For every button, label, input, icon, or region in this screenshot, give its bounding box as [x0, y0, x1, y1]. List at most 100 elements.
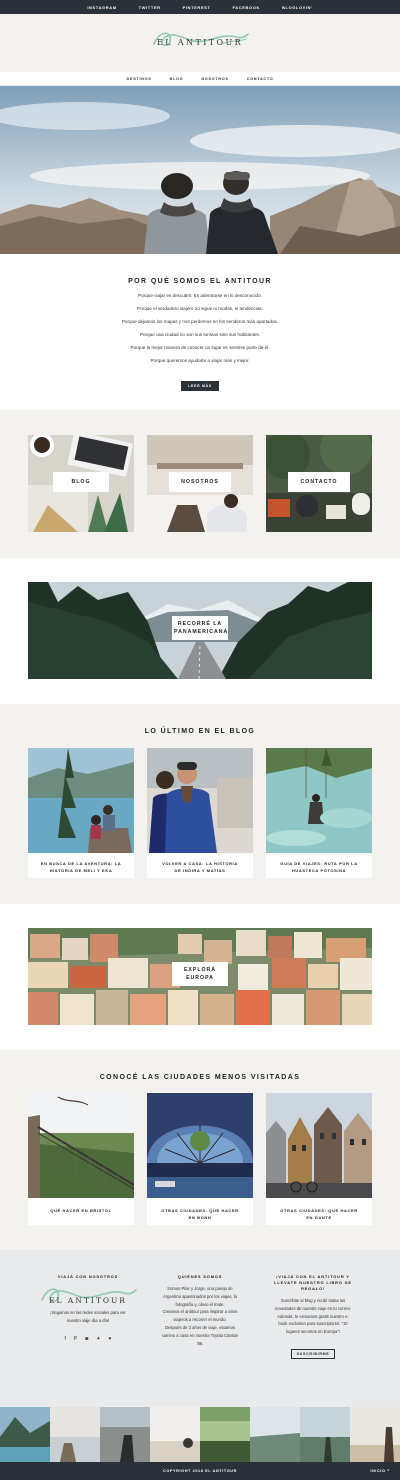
pinterest-icon[interactable]: P	[74, 1336, 77, 1342]
topbar-link-bloglovin[interactable]: BLOGLOVIN'	[282, 5, 313, 10]
panamericana-section: RECORRÉ LA PANAMERICANA	[0, 558, 400, 704]
post-card[interactable]: OTRAS CIUDADES: QUÉ HACER EN GANTE	[266, 1093, 372, 1225]
footer-who-line: viajeros a recorrer el mundo.	[173, 1317, 227, 1323]
footer-logo-text: EL ANTITOUR	[49, 1296, 127, 1305]
hero-photo	[0, 86, 400, 254]
post-photo-bonn	[147, 1093, 253, 1198]
social-topbar: INSTAGRAM TWITTER PINTEREST FACEBOOK BLO…	[0, 0, 400, 14]
footer-follow-line2: nuestro viaje día a día!	[66, 1317, 110, 1323]
site-header: EL ANTITOUR	[0, 14, 400, 72]
panamericana-banner[interactable]: RECORRÉ LA PANAMERICANA	[28, 582, 372, 679]
about-title: POR QUÉ SOMOS EL ANTITOUR	[128, 278, 272, 285]
about-line: Porque dejamos los mapas y nos perdemos …	[121, 319, 279, 324]
post-title-line1: QUÉ HACER EN BRISTOL	[50, 1208, 112, 1213]
about-text: Porque viajar es descubrir. Es adentrars…	[0, 289, 400, 367]
footer-follow: VIAJÁ CON NOSOTROS EL ANTITOUR ¡Seguinos…	[33, 1274, 143, 1342]
footer-signup-line: lugares secretos en Europa"!	[286, 1329, 340, 1335]
instagram-photo[interactable]	[150, 1407, 200, 1462]
post-photo-indira-matias	[147, 748, 253, 853]
footer-signup-line: book exclusivo para suscriptores: "10	[278, 1321, 348, 1327]
topbar-link-pinterest[interactable]: PINTEREST	[183, 5, 211, 10]
topbar-link-instagram[interactable]: INSTAGRAM	[87, 5, 116, 10]
subscribe-button[interactable]: SUSCRIBIRME	[290, 1348, 336, 1359]
europa-banner[interactable]: EXPLORÁ EUROPA	[28, 928, 372, 1025]
post-title-line2: EN GANTE	[306, 1215, 332, 1220]
instagram-photo[interactable]	[350, 1407, 400, 1462]
instagram-icon[interactable]: ◙	[85, 1336, 88, 1342]
post-card[interactable]: OTRAS CIUDADES: QUÉ HACER EN BONN	[147, 1093, 253, 1225]
facebook-icon[interactable]: f	[65, 1336, 66, 1342]
post-title-line2: HISTORIA DE MELI Y EKA	[49, 868, 113, 873]
tile-contacto-label: CONTACTO	[288, 472, 350, 492]
nav-item-blog[interactable]: BLOG	[170, 77, 184, 81]
back-to-top-link[interactable]: INICIO ^	[370, 1469, 390, 1473]
footer-signup-line: novedades de nuestro viaje en tu correo.	[275, 1305, 351, 1311]
bloglovin-heart-icon[interactable]: ♥	[109, 1336, 112, 1342]
footer-signup-line: Suscribite al blog y recibí todas las	[280, 1298, 346, 1303]
post-card[interactable]: EN BUSCA DE LA AVENTURA: LA HISTORIA DE …	[28, 748, 134, 878]
instagram-photo[interactable]	[100, 1407, 150, 1462]
hero-image	[0, 86, 400, 254]
footer-who-line: Argentina apasionados por los viajes, la	[162, 1293, 238, 1299]
footer-follow-title: VIAJÁ CON NOSOTROS	[57, 1274, 119, 1279]
post-title-line2: DE INDIRA Y MATÍAS	[174, 868, 226, 873]
tile-nosotros[interactable]: NOSOTROS	[147, 435, 253, 532]
post-title-line1: OTRAS CIUDADES: QUÉ HACER	[280, 1208, 358, 1213]
footer-who-line: Después de 3 años de viaje, estamos	[165, 1324, 235, 1330]
europa-section: EXPLORÁ EUROPA	[0, 904, 400, 1050]
copyright-text: COPYRIGHT 2018 EL ANTITOUR	[163, 1469, 237, 1473]
topbar-link-facebook[interactable]: FACEBOOK	[232, 5, 259, 10]
footer-widgets: VIAJÁ CON NOSOTROS EL ANTITOUR ¡Seguinos…	[0, 1250, 400, 1396]
cities-title: CONOCÉ LAS CIUDADES MENOS VISITADAS	[99, 1074, 301, 1081]
footer-who-line: camino a casa en nuestra Toyota Citation	[161, 1332, 239, 1338]
logo-text: EL ANTITOUR	[156, 38, 244, 47]
main-nav: DESTINOS BLOG NOSOTROS CONTACTO	[0, 72, 400, 86]
instagram-photo[interactable]	[300, 1407, 350, 1462]
post-card[interactable]: QUÉ HACER EN BRISTOL	[28, 1093, 134, 1225]
nav-item-nosotros[interactable]: NOSOTROS	[201, 77, 228, 81]
footer-who-title: QUIÉNES SOMOS	[177, 1274, 223, 1279]
panamericana-label-line2: PANAMERICANA	[174, 629, 229, 635]
instagram-photo[interactable]	[0, 1407, 50, 1462]
latest-posts-section: LO ÚLTIMO EN EL BLOG EN BUSCA DE LA AVEN…	[0, 704, 400, 904]
footer-who-line: '86.	[196, 1340, 204, 1346]
post-photo-meli-eka	[28, 748, 134, 853]
site-logo[interactable]: EL ANTITOUR	[0, 32, 400, 50]
instagram-photo[interactable]	[250, 1407, 300, 1462]
footer-logo[interactable]: EL ANTITOUR	[33, 1284, 143, 1306]
nav-item-destinos[interactable]: DESTINOS	[127, 77, 152, 81]
footer-signup-title-line3: REGALO!	[300, 1286, 326, 1291]
tile-nosotros-label: NOSOTROS	[169, 472, 231, 492]
tile-contacto[interactable]: CONTACTO	[266, 435, 372, 532]
europa-label-line1: EXPLORÁ	[183, 967, 217, 973]
footer-who: QUIÉNES SOMOS Somos Pilar y Jorge, una p…	[145, 1274, 255, 1347]
copyright-bar: COPYRIGHT 2018 EL ANTITOUR INICIO ^	[0, 1462, 400, 1480]
instagram-photo[interactable]	[200, 1407, 250, 1462]
about-section: POR QUÉ SOMOS EL ANTITOUR Porque viajar …	[0, 254, 400, 410]
latest-title: LO ÚLTIMO EN EL BLOG	[144, 728, 256, 735]
post-title-line1: GUÍA DE VIAJES: RUTA POR LA	[280, 861, 358, 866]
twitter-icon[interactable]: ✦	[96, 1336, 100, 1342]
instagram-photo[interactable]	[50, 1407, 100, 1462]
read-more-button[interactable]: LEER MÁS	[181, 381, 219, 391]
post-title-line1: VOLVER A CASA: LA HISTORIA	[162, 861, 238, 866]
tile-blog[interactable]: BLOG	[28, 435, 134, 532]
europa-label-line2: EUROPA	[186, 975, 214, 981]
post-photo-bristol	[28, 1093, 134, 1198]
post-title-line1: EN BUSCA DE LA AVENTURA: LA	[40, 861, 122, 866]
post-card[interactable]: GUÍA DE VIAJES: RUTA POR LA HUASTECA POT…	[266, 748, 372, 878]
about-line: Porque viajar es descubrir. Es adentrars…	[138, 293, 262, 298]
category-tiles: BLOG NOSOTROS CONTACTO	[0, 410, 400, 558]
cities-section: CONOCÉ LAS CIUDADES MENOS VISITADAS QUÉ …	[0, 1050, 400, 1250]
instagram-feed	[0, 1407, 400, 1462]
panamericana-label: RECORRÉ LA PANAMERICANA	[172, 616, 228, 640]
post-title-line1: OTRAS CIUDADES: QUÉ HACER	[161, 1208, 239, 1213]
post-card[interactable]: VOLVER A CASA: LA HISTORIA DE INDIRA Y M…	[147, 748, 253, 878]
footer-social-icons: f P ◙ ✦ ♥	[33, 1336, 143, 1342]
europa-label: EXPLORÁ EUROPA	[172, 962, 228, 986]
footer-signup-line: Además, te enviamos gratis nuestro e-	[277, 1313, 349, 1319]
topbar-link-twitter[interactable]: TWITTER	[139, 5, 161, 10]
about-line: Porque la mejor manera de conocer un lug…	[130, 345, 270, 350]
nav-item-contacto[interactable]: CONTACTO	[247, 77, 274, 81]
footer-who-line: fotografía y, obvio el mate.	[175, 1301, 225, 1307]
